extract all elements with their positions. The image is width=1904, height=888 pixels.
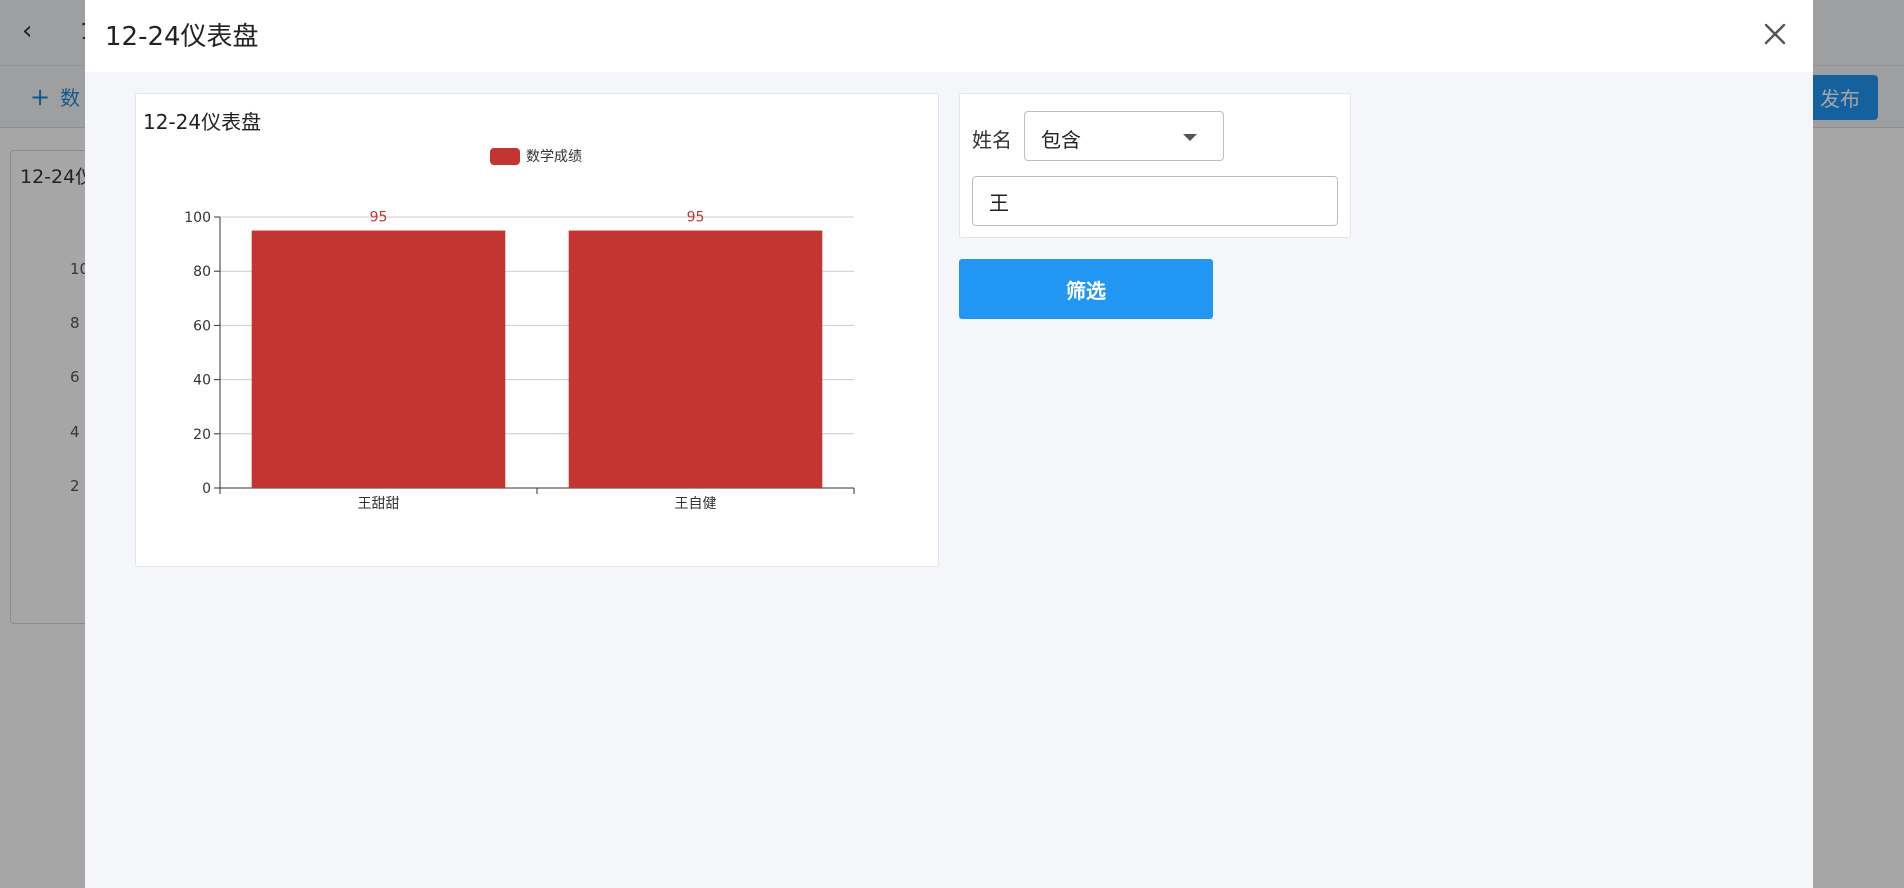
filter-value-input[interactable] (972, 176, 1338, 226)
y-tick-label: 20 (193, 427, 211, 443)
bar (568, 230, 823, 489)
y-tick-label: 0 (202, 481, 211, 497)
dashboard-modal: 12-24仪表盘 12-24仪表盘 0 20 40 60 80 100 95 王甜甜 95 王自健… (85, 0, 1813, 888)
legend-swatch (490, 148, 520, 165)
chevron-down-icon (1183, 134, 1197, 141)
y-tick-label: 40 (193, 373, 211, 389)
close-icon (1764, 23, 1786, 45)
close-button[interactable] (1755, 14, 1795, 54)
bar-data-label: 95 (687, 210, 705, 226)
modal-header: 12-24仪表盘 (85, 0, 1813, 72)
y-tick-label: 80 (193, 264, 211, 280)
y-tick-label: 60 (193, 318, 211, 334)
modal-title: 12-24仪表盘 (105, 22, 259, 52)
x-tick-label: 王甜甜 (358, 496, 400, 512)
filter-operator-value: 包含 (1041, 128, 1081, 152)
filter-card: 姓名 包含 (959, 93, 1351, 238)
filter-field-label: 姓名 (972, 128, 1012, 152)
chart-card: 12-24仪表盘 0 20 40 60 80 100 95 王甜甜 95 王自健 数学成绩 (135, 93, 939, 567)
filter-button[interactable]: 筛选 (959, 259, 1213, 319)
x-tick-label: 王自健 (675, 496, 717, 512)
bar-data-label: 95 (370, 210, 388, 226)
bar (251, 230, 506, 489)
filter-operator-select[interactable]: 包含 (1024, 111, 1224, 161)
bar-chart: 0 20 40 60 80 100 95 王甜甜 95 王自健 数学成绩 (184, 148, 855, 512)
y-tick-label: 100 (184, 210, 211, 226)
legend-label: 数学成绩 (526, 149, 582, 165)
